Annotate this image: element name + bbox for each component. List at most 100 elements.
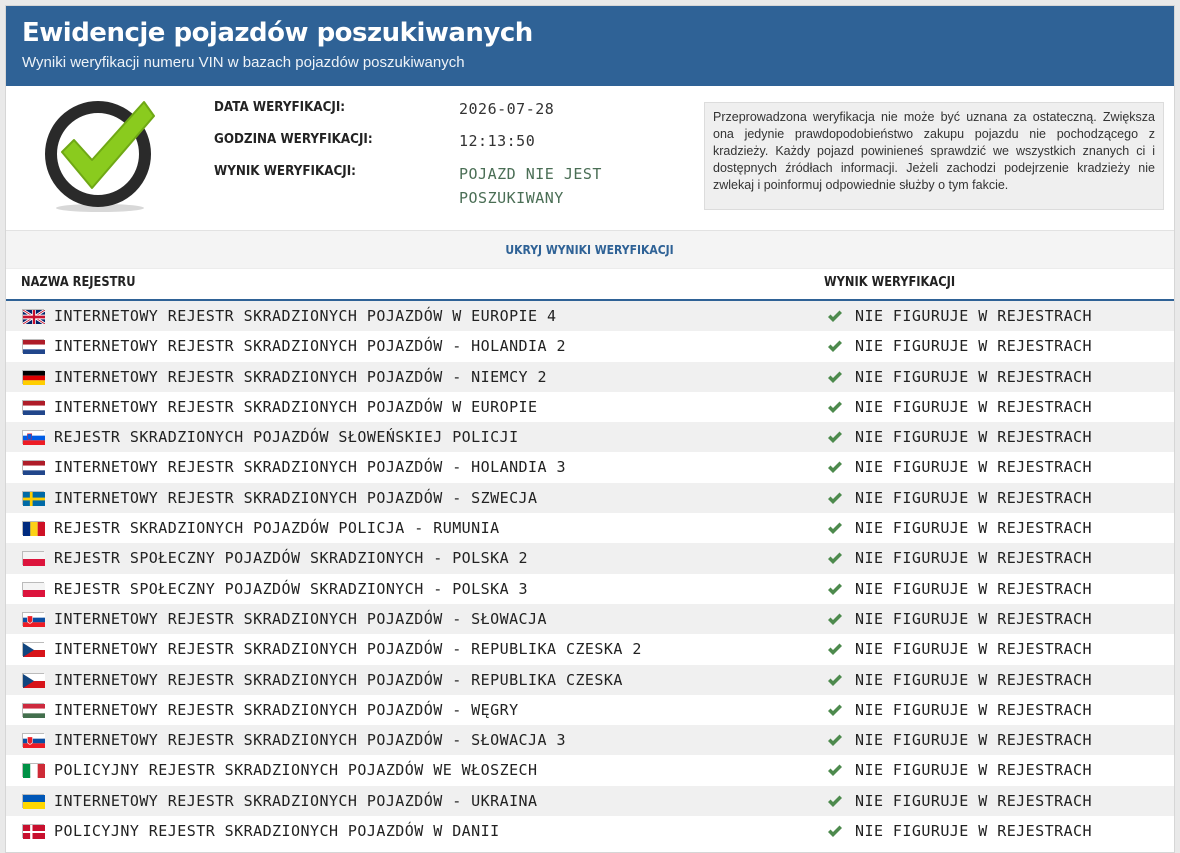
registry-name: REJESTR SKRADZIONYCH POJAZDÓW SŁOWEŃSKIE… (54, 428, 519, 447)
table-row: REJESTR SKRADZIONYCH POJAZDÓW SŁOWEŃSKIE… (6, 422, 1174, 453)
checkmark-icon (827, 371, 843, 384)
checkmark-icon (827, 431, 843, 444)
registry-result: NIE FIGURUJE W REJESTRACH (855, 640, 1093, 659)
registry-name: INTERNETOWY REJESTR SKRADZIONYCH POJAZDÓ… (54, 307, 557, 325)
registry-result: NIE FIGURUJE W REJESTRACH (855, 609, 1093, 628)
registry-name: INTERNETOWY REJESTR SKRADZIONYCH POJAZDÓ… (54, 700, 519, 719)
disclaimer-note: Przeprowadzona weryfikacja nie może być … (704, 102, 1164, 210)
checkmark-badge-icon (45, 101, 155, 212)
checkmark-icon (827, 643, 843, 656)
flag-cz-icon (22, 672, 45, 688)
table-row: POLICYJNY REJESTR SKRADZIONYCH POJAZDÓW … (6, 816, 1174, 846)
table-row: INTERNETOWY REJESTR SKRADZIONYCH POJAZDÓ… (6, 725, 1174, 756)
table-row: INTERNETOWY REJESTR SKRADZIONYCH POJAZDÓ… (6, 664, 1174, 695)
checkmark-icon (827, 704, 843, 717)
checkmark-icon (827, 492, 843, 505)
registry-result: NIE FIGURUJE W REJESTRACH (855, 307, 1093, 325)
column-header-result: WYNIK WERYFIKACJI (824, 275, 956, 290)
verification-summary: DATA WERYFIKACJI: 2026-07-28 GODZINA WER… (6, 86, 1174, 231)
checkmark-icon (827, 401, 843, 414)
flag-pl-icon (22, 551, 45, 567)
registry-result: NIE FIGURUJE W REJESTRACH (855, 700, 1093, 719)
checkmark-icon (827, 825, 843, 838)
registry-name: REJESTR SKRADZIONYCH POJAZDÓW POLICJA - … (54, 519, 500, 538)
registry-name: POLICYJNY REJESTR SKRADZIONYCH POJAZDÓW … (54, 761, 538, 780)
flag-si-icon (22, 430, 45, 446)
flag-uk-icon (22, 308, 46, 326)
registry-name: INTERNETOWY REJESTR SKRADZIONYCH POJAZDÓ… (54, 640, 642, 659)
registry-result: NIE FIGURUJE W REJESTRACH (855, 428, 1093, 447)
checkmark-icon (827, 552, 843, 565)
registry-result: NIE FIGURUJE W REJESTRACH (855, 519, 1093, 538)
registry-name: INTERNETOWY REJESTR SKRADZIONYCH POJAZDÓ… (54, 731, 566, 750)
result-label: WYNIK WERYFIKACJI: (214, 164, 356, 179)
flag-de-icon (22, 369, 45, 385)
table-row: INTERNETOWY REJESTR SKRADZIONYCH POJAZDÓ… (6, 785, 1174, 817)
registry-result: NIE FIGURUJE W REJESTRACH (855, 458, 1093, 477)
registry-result: NIE FIGURUJE W REJESTRACH (855, 367, 1093, 386)
table-header: NAZWA REJESTRU WYNIK WERYFIKACJI (6, 269, 1174, 301)
registry-name: INTERNETOWY REJESTR SKRADZIONYCH POJAZDÓ… (54, 458, 566, 477)
time-label: GODZINA WERYFIKACJI: (214, 132, 373, 147)
results-panel: Ewidencje pojazdów poszukiwanych Wyniki … (5, 5, 1175, 853)
registry-result: NIE FIGURUJE W REJESTRACH (855, 822, 1093, 841)
page-subtitle: Wyniki weryfikacji numeru VIN w bazach p… (22, 54, 465, 71)
flag-nl-icon (22, 399, 45, 415)
flag-cz-icon (22, 642, 45, 658)
checkmark-icon (827, 583, 843, 596)
table-row: INTERNETOWY REJESTR SKRADZIONYCH POJAZDÓ… (6, 695, 1174, 725)
registry-result: NIE FIGURUJE W REJESTRACH (855, 670, 1093, 689)
checkmark-icon (827, 795, 843, 808)
flag-sk-icon (22, 733, 45, 749)
registry-name: REJESTR SPOŁECZNY POJAZDÓW SKRADZIONYCH … (54, 549, 529, 568)
registry-result: NIE FIGURUJE W REJESTRACH (855, 579, 1093, 598)
registry-result: NIE FIGURUJE W REJESTRACH (855, 488, 1093, 507)
flag-dk-icon (22, 824, 45, 840)
registry-name: REJESTR SPOŁECZNY POJAZDÓW SKRADZIONYCH … (54, 579, 529, 598)
checkmark-icon (827, 674, 843, 687)
hide-results-link[interactable]: UKRYJ WYNIKI WERYFIKACJI (506, 231, 674, 269)
registry-result: NIE FIGURUJE W REJESTRACH (855, 337, 1093, 356)
registry-result: NIE FIGURUJE W REJESTRACH (855, 761, 1093, 780)
flag-nl-icon (22, 339, 45, 355)
table-row: INTERNETOWY REJESTR SKRADZIONYCH POJAZDÓ… (6, 331, 1174, 361)
column-header-name: NAZWA REJESTRU (21, 275, 136, 290)
registry-name: POLICYJNY REJESTR SKRADZIONYCH POJAZDÓW … (54, 822, 500, 841)
checkmark-icon (827, 522, 843, 535)
flag-se-icon (22, 490, 45, 506)
registry-result: NIE FIGURUJE W REJESTRACH (855, 731, 1093, 750)
flag-nl-icon (22, 460, 45, 476)
table-row: INTERNETOWY REJESTR SKRADZIONYCH POJAZDÓ… (6, 452, 1174, 482)
time-value: 12:13:50 (459, 132, 536, 150)
table-row: INTERNETOWY REJESTR SKRADZIONYCH POJAZDÓ… (6, 482, 1174, 514)
flag-sk-icon (22, 611, 45, 627)
page-header: Ewidencje pojazdów poszukiwanych Wyniki … (6, 6, 1174, 86)
checkmark-icon (827, 310, 843, 323)
date-label: DATA WERYFIKACJI: (214, 100, 346, 115)
registry-result: NIE FIGURUJE W REJESTRACH (855, 549, 1093, 568)
flag-ro-icon (22, 521, 45, 537)
checkmark-icon (827, 340, 843, 353)
registry-name: INTERNETOWY REJESTR SKRADZIONYCH POJAZDÓ… (54, 670, 623, 689)
registry-name: INTERNETOWY REJESTR SKRADZIONYCH POJAZDÓ… (54, 791, 538, 810)
table-row: INTERNETOWY REJESTR SKRADZIONYCH POJAZDÓ… (6, 392, 1174, 422)
result-value: POJAZD NIE JEST POSZUKIWANY (459, 165, 602, 207)
registry-result: NIE FIGURUJE W REJESTRACH (855, 397, 1093, 416)
checkmark-icon (827, 764, 843, 777)
table-row: REJESTR SPOŁECZNY POJAZDÓW SKRADZIONYCH … (6, 543, 1174, 574)
toggle-row: UKRYJ WYNIKI WERYFIKACJI (6, 231, 1174, 269)
registry-name: INTERNETOWY REJESTR SKRADZIONYCH POJAZDÓ… (54, 609, 547, 628)
registry-name: INTERNETOWY REJESTR SKRADZIONYCH POJAZDÓ… (54, 367, 547, 386)
table-row: REJESTR SPOŁECZNY POJAZDÓW SKRADZIONYCH … (6, 574, 1174, 604)
registry-name: INTERNETOWY REJESTR SKRADZIONYCH POJAZDÓ… (54, 397, 538, 416)
table-row: INTERNETOWY REJESTR SKRADZIONYCH POJAZDÓ… (6, 634, 1174, 664)
table-row: POLICYJNY REJESTR SKRADZIONYCH POJAZDÓW … (6, 755, 1174, 785)
flag-ua-icon (22, 793, 45, 809)
registry-result: NIE FIGURUJE W REJESTRACH (855, 791, 1093, 810)
table-row: REJESTR SKRADZIONYCH POJAZDÓW POLICJA - … (6, 513, 1174, 543)
checkmark-icon (827, 461, 843, 474)
flag-hu-icon (22, 702, 45, 718)
registry-table: INTERNETOWY REJESTR SKRADZIONYCH POJAZDÓ… (6, 301, 1174, 846)
table-row: INTERNETOWY REJESTR SKRADZIONYCH POJAZDÓ… (6, 361, 1174, 392)
table-row: INTERNETOWY REJESTR SKRADZIONYCH POJAZDÓ… (6, 603, 1174, 635)
